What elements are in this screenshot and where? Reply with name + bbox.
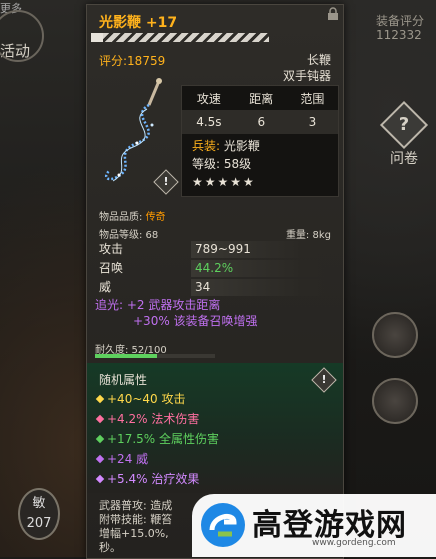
random-attribute: +4.2% 法术伤害 <box>95 409 219 429</box>
rarity-stripe-cap <box>91 33 103 42</box>
set-bonus: 追光: +2 武器攻击距离 +30% 该装备召唤增强 <box>95 297 258 329</box>
equipment-score-value: 112332 <box>376 28 422 42</box>
random-attribute: +5.4% 治疗效果 <box>95 469 219 489</box>
agility-stat-label: 敏 <box>32 496 46 511</box>
weapon-type-main: 长鞭 <box>306 53 331 67</box>
questionnaire-label: 问卷 <box>390 151 418 167</box>
stat-value-area: 3 <box>286 110 338 134</box>
gem-icon <box>95 454 105 464</box>
emblem-icon[interactable] <box>372 378 418 424</box>
watermark-url: www.gordeng.com <box>312 538 396 548</box>
agility-stat-value: 207 <box>26 516 52 531</box>
star-rating: ★★★★★ <box>192 175 256 189</box>
watermark: 高登游戏网 www.gordeng.com <box>192 494 436 557</box>
weapon-type: 长鞭 双手钝器 <box>283 52 331 84</box>
agility-stat: 敏 207 <box>18 488 60 540</box>
stat-header-speed: 攻速 <box>196 91 221 106</box>
item-weight: 重量: 8kg <box>285 230 331 241</box>
equip-level: 等级: 58级 <box>192 157 252 171</box>
durability-fill <box>95 354 158 358</box>
attribute-row: 威 34 <box>95 279 335 296</box>
attribute-row: 攻击 789~991 <box>95 241 335 258</box>
item-title: 光影鞭 +17 <box>99 15 178 31</box>
attribute-label: 攻击 <box>99 242 124 256</box>
gem-icon <box>95 434 105 444</box>
stat-header-area: 范围 <box>300 91 325 106</box>
random-attribute: +17.5% 全属性伤害 <box>95 429 219 449</box>
gem-icon <box>95 474 105 484</box>
item-quality-value: 传奇 <box>145 212 166 223</box>
random-attribute: +40~40 攻击 <box>95 389 219 409</box>
set-bonus-line: +30% 该装备召唤增强 <box>133 314 258 328</box>
item-level: 物品等级: 68 <box>99 230 159 241</box>
base-attributes: 攻击 789~991 召唤 44.2% 威 34 <box>95 241 335 298</box>
attribute-value: 34 <box>195 280 211 294</box>
equip-key: 兵装: <box>192 139 221 153</box>
random-attribute: +24 威 <box>95 449 219 469</box>
equip-info: 兵装: 光影鞭 等级: 58级 ★★★★★ <box>182 134 338 194</box>
set-bonus-line: 追光: +2 武器攻击距离 <box>95 298 221 312</box>
lock-icon[interactable] <box>327 7 339 20</box>
equipment-score-label: 装备评分 <box>376 14 425 28</box>
rarity-stripe <box>91 33 269 42</box>
attribute-row: 召唤 44.2% <box>95 260 335 277</box>
attribute-label: 召唤 <box>99 261 124 275</box>
site-logo-icon <box>201 503 245 547</box>
stat-header-range: 距离 <box>249 91 274 106</box>
attribute-value: 44.2% <box>195 261 234 275</box>
item-quality-label: 物品品质: <box>99 212 143 223</box>
attribute-label: 威 <box>99 280 112 294</box>
item-quality: 物品品质: 传奇 <box>99 208 166 223</box>
gem-icon <box>95 394 105 404</box>
question-icon: ? <box>379 100 429 150</box>
questionnaire-button[interactable]: ? 问卷 <box>379 100 429 168</box>
random-attributes: 随机属性 +40~40 攻击 +4.2% 法术伤害 +17.5% 全属性伤害 +… <box>87 363 343 493</box>
equip-name: 光影鞭 <box>223 139 260 153</box>
item-score: 评分:18759 <box>99 54 166 68</box>
weapon-type-sub: 双手钝器 <box>282 69 331 83</box>
weapon-stats-box: 攻速 距离 范围 4.5s 6 3 兵装: 光影鞭 等级: 58级 ★★★★★ <box>181 85 339 197</box>
stat-value-speed: 4.5s <box>182 110 236 134</box>
gem-icon <box>95 414 105 424</box>
equipment-score: 装备评分 112332 <box>376 14 436 42</box>
activity-button[interactable]: 活动 <box>0 10 44 62</box>
weapon-stats-table: 攻速 距离 范围 4.5s 6 3 <box>182 86 338 134</box>
emblem-icon[interactable] <box>372 312 418 358</box>
attribute-value: 789~991 <box>195 242 251 256</box>
item-tooltip: 光影鞭 +17 评分:18759 长鞭 双手钝器 ! 攻速 距离 范围 4.5s… <box>86 4 344 559</box>
random-attributes-title: 随机属性 <box>99 373 148 387</box>
durability-bar <box>95 354 215 358</box>
random-attribute-list: +40~40 攻击 +4.2% 法术伤害 +17.5% 全属性伤害 +24 威 … <box>95 389 219 489</box>
stat-value-range: 6 <box>235 110 287 134</box>
